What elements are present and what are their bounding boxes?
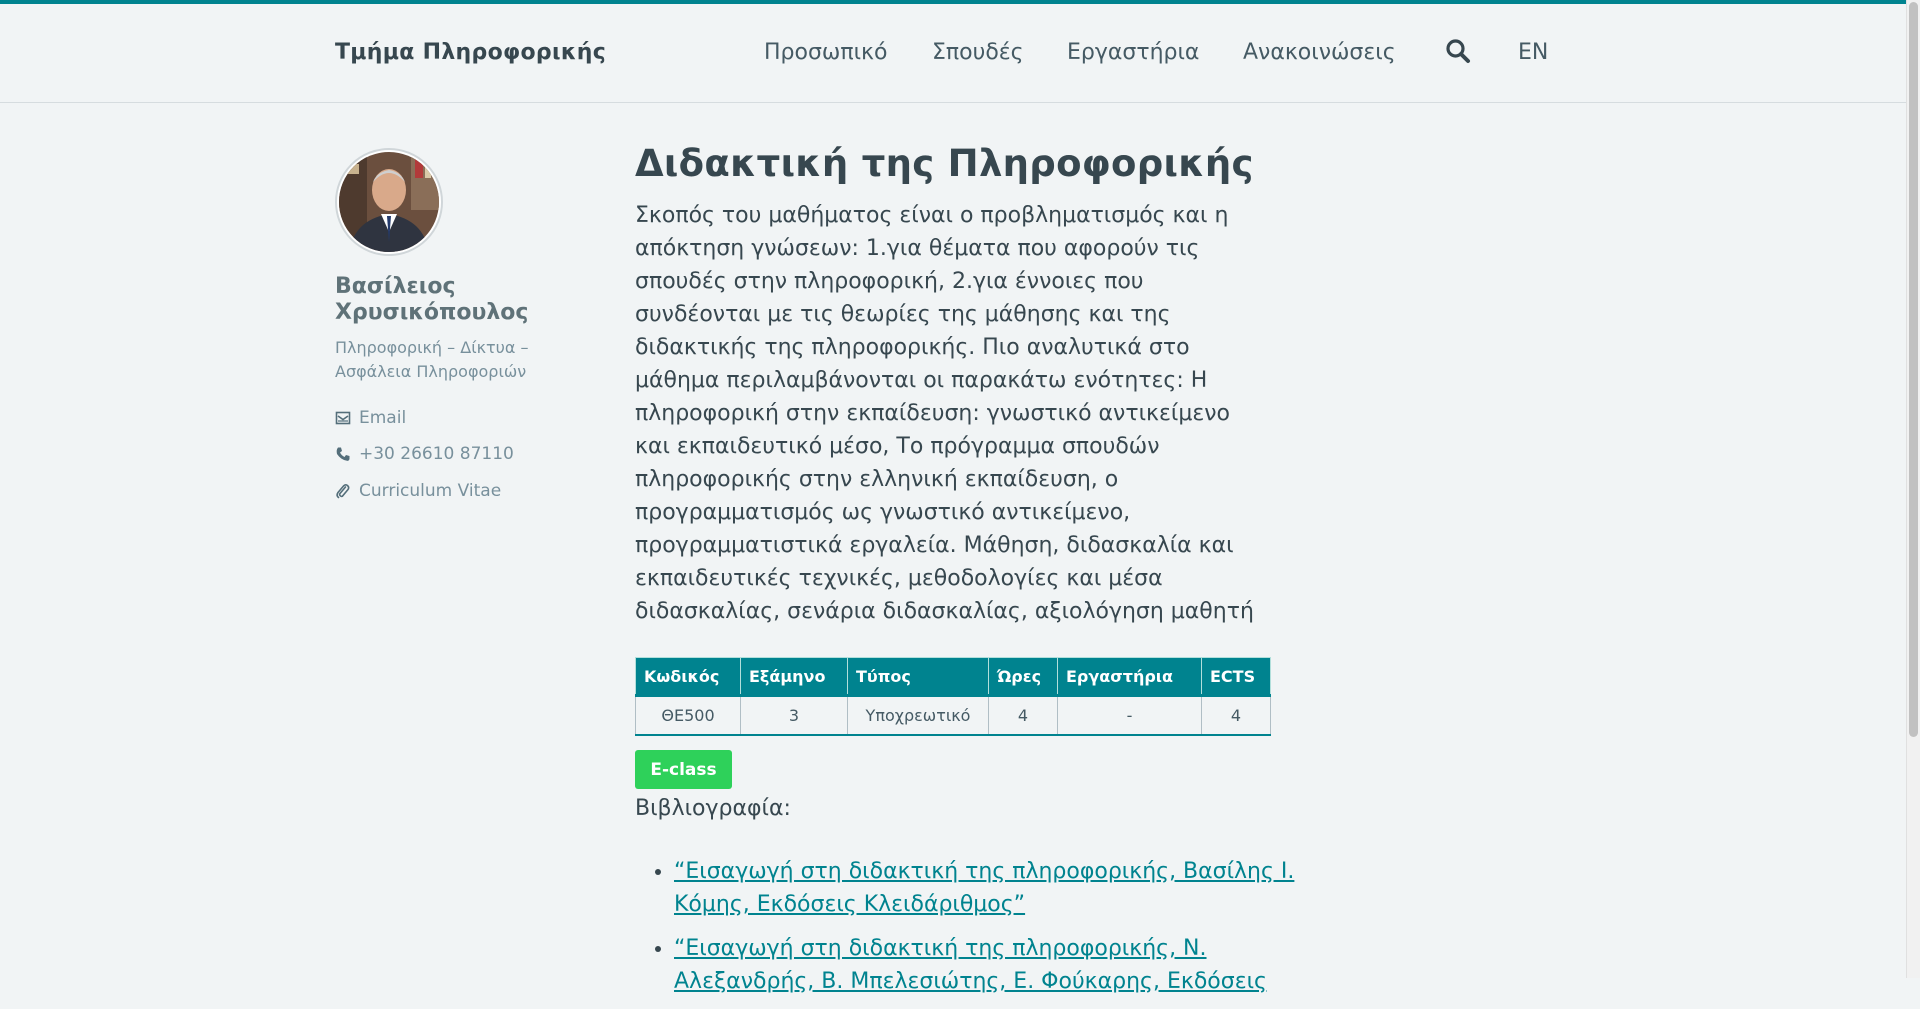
td-type: Υποχρεωτικό bbox=[847, 695, 989, 736]
contact-phone[interactable]: +30 26610 87110 bbox=[335, 444, 514, 464]
nav-link-staff[interactable]: Προσωπικό bbox=[764, 40, 887, 65]
paperclip-icon bbox=[336, 484, 350, 499]
td-semester: 3 bbox=[740, 695, 848, 736]
envelope-icon bbox=[335, 411, 351, 425]
bibliography-label: Βιβλιογραφία: bbox=[635, 796, 791, 821]
course-description: Σκοπός του μαθήματος είναι ο προβληματισ… bbox=[635, 203, 1254, 624]
bibliography-link[interactable]: “Εισαγωγή στη διδακτική της πληροφορικής… bbox=[674, 859, 1294, 917]
table-header-row: Κωδικός Εξάμηνο Τύπος Ώρες Εργαστήρια EC… bbox=[635, 657, 1271, 697]
contact-phone-label: +30 26610 87110 bbox=[359, 444, 514, 464]
contact-email[interactable]: Email bbox=[335, 408, 406, 428]
bibliography-list: “Εισαγωγή στη διδακτική της πληροφορικής… bbox=[635, 855, 1314, 1009]
th-hours: Ώρες bbox=[988, 657, 1058, 697]
scrollbar[interactable] bbox=[1906, 0, 1920, 978]
td-ects: 4 bbox=[1201, 695, 1271, 736]
th-semester: Εξάμηνο bbox=[740, 657, 848, 697]
list-item: “Εισαγωγή στη διδακτική της πληροφορικής… bbox=[674, 932, 1314, 998]
nav-link-labs[interactable]: Εργαστήρια bbox=[1067, 40, 1199, 65]
contact-cv[interactable]: Curriculum Vitae bbox=[335, 481, 501, 501]
list-item: “Εισαγωγή στη διδακτική της πληροφορικής… bbox=[674, 855, 1314, 921]
site-title[interactable]: Τμήμα Πληροφορικής bbox=[335, 40, 606, 65]
person-research-area: Πληροφορική – Δίκτυα – Ασφάλεια Πληροφορ… bbox=[335, 338, 529, 381]
course-title: Διδακτική της Πληροφορικής bbox=[635, 142, 1254, 185]
td-hours: 4 bbox=[988, 695, 1058, 736]
td-code: ΘΕ500 bbox=[635, 695, 741, 736]
th-type: Τύπος bbox=[847, 657, 989, 697]
th-ects: ECTS bbox=[1201, 657, 1271, 697]
td-labs: - bbox=[1057, 695, 1202, 736]
person-name: Βασίλειος Χρυσικόπουλος bbox=[335, 274, 529, 325]
contact-email-label: Email bbox=[359, 408, 407, 428]
th-code: Κωδικός bbox=[635, 657, 741, 697]
search-icon[interactable] bbox=[1445, 38, 1471, 64]
contact-cv-label: Curriculum Vitae bbox=[359, 481, 502, 501]
phone-icon bbox=[336, 447, 350, 461]
scrollbar-thumb[interactable] bbox=[1909, 2, 1918, 737]
table-row: ΘΕ500 3 Υποχρεωτικό 4 - 4 bbox=[635, 695, 1271, 736]
nav-link-studies[interactable]: Σπουδές bbox=[932, 40, 1024, 65]
nav-link-announcements[interactable]: Ανακοινώσεις bbox=[1243, 40, 1396, 65]
language-switch[interactable]: EN bbox=[1518, 40, 1548, 65]
eclass-button[interactable]: E-class bbox=[635, 750, 732, 789]
site-header: Τμήμα Πληροφορικής Προσωπικό Σπουδές Εργ… bbox=[0, 4, 1906, 103]
bibliography-link[interactable]: “Εισαγωγή στη διδακτική της πληροφορικής… bbox=[674, 936, 1267, 994]
avatar bbox=[335, 148, 443, 256]
course-info-table: Κωδικός Εξάμηνο Τύπος Ώρες Εργαστήρια EC… bbox=[635, 657, 1271, 736]
th-labs: Εργαστήρια bbox=[1057, 657, 1202, 697]
